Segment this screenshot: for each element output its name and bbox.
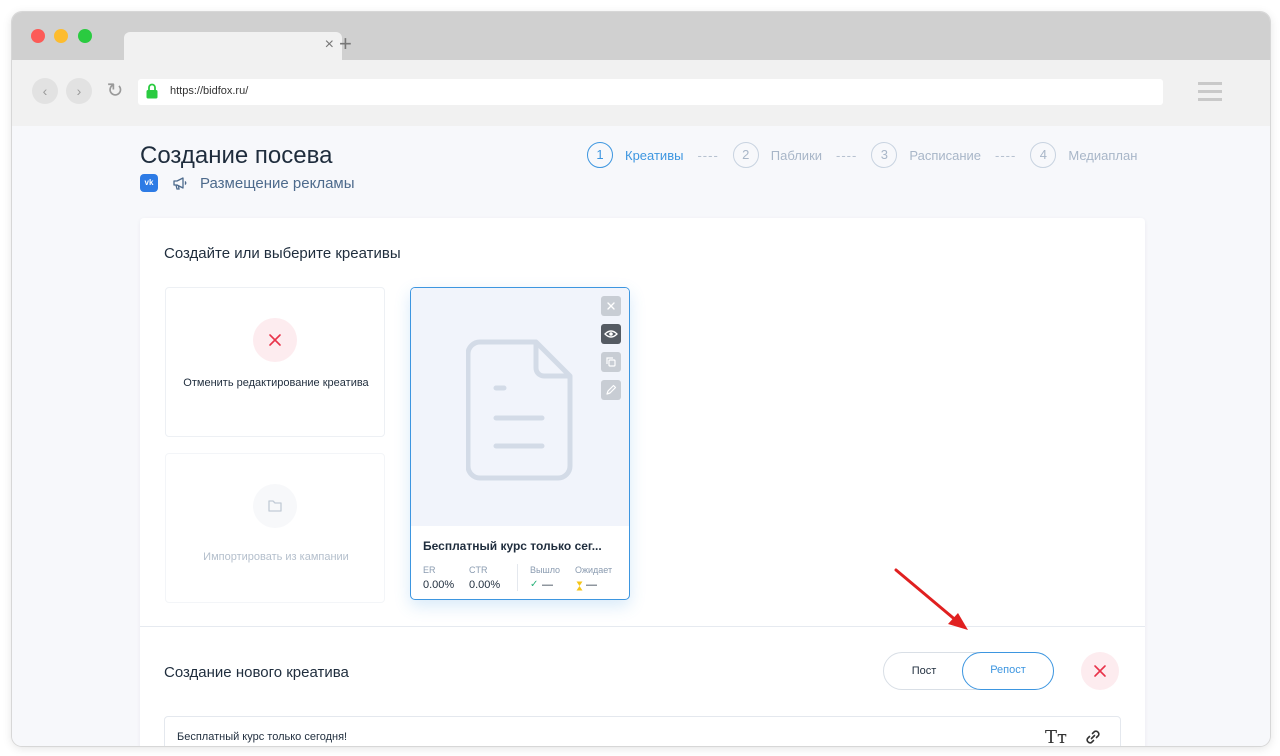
cancel-edit-tile[interactable]: Отменить редактирование креатива [165, 287, 385, 437]
edit-creative-button[interactable] [601, 380, 621, 400]
er-label: ER [423, 565, 436, 575]
close-icon [269, 334, 281, 346]
creative-card[interactable]: Бесплатный курс только сег... ER 0.00% C… [410, 287, 630, 600]
remove-creative-button[interactable] [601, 296, 621, 316]
pencil-icon [606, 384, 617, 395]
cancel-edit-label: Отменить редактирование креатива [183, 377, 369, 389]
step-separator: ---- [836, 147, 858, 163]
creatives-heading: Создайте или выберите креативы [164, 245, 401, 262]
vk-logo-icon: vk [140, 174, 158, 192]
megaphone-icon [173, 177, 187, 190]
step-mediaplan[interactable]: 4 Медиаплан [1030, 142, 1137, 168]
import-circle [253, 484, 297, 528]
import-from-campaign-tile[interactable]: Импортировать из кампании [165, 453, 385, 603]
step-label: Расписание [909, 147, 982, 163]
creative-preview [411, 288, 629, 526]
close-window-button[interactable] [31, 29, 45, 43]
stats-divider [517, 564, 518, 591]
url-text: https://bidfox.ru/ [170, 85, 249, 97]
step-label: Креативы [625, 147, 684, 163]
pending-value: — [586, 579, 597, 591]
step-label: Медиаплан [1068, 147, 1138, 163]
forward-button[interactable]: › [66, 78, 92, 104]
close-new-creative-button[interactable] [1081, 652, 1119, 690]
step-number: 3 [871, 142, 898, 168]
eye-icon [604, 330, 618, 338]
back-button[interactable]: ‹ [32, 78, 58, 104]
close-icon [1094, 665, 1106, 677]
folder-icon [268, 500, 282, 512]
step-separator: ---- [697, 147, 719, 163]
step-creatives[interactable]: 1 Креативы [587, 142, 683, 168]
preview-creative-button[interactable] [601, 324, 621, 344]
published-value: — [542, 579, 553, 591]
address-bar[interactable]: https://bidfox.ru/ [138, 79, 1163, 105]
link-icon[interactable] [1083, 727, 1103, 746]
reload-button[interactable]: ↻ [102, 78, 128, 104]
repost-option[interactable]: Репост [962, 652, 1054, 690]
document-icon [466, 339, 573, 481]
post-type-toggle: Пост Репост [883, 652, 1054, 690]
ctr-value: 0.00% [469, 579, 501, 591]
step-number: 4 [1030, 142, 1057, 168]
tab-close-icon[interactable]: × [325, 36, 334, 54]
ctr-label: CTR [469, 565, 488, 575]
hourglass-icon [576, 581, 583, 591]
browser-toolbar: ‹ › ↻ https://bidfox.ru/ [12, 60, 1270, 126]
er-value: 0.00% [423, 579, 455, 591]
section-divider [140, 626, 1145, 627]
page-subtitle: Размещение рекламы [200, 174, 355, 192]
close-icon [607, 302, 615, 310]
copy-icon [606, 357, 616, 367]
page-content: Создание посева vk Размещение рекламы 1 … [12, 126, 1270, 746]
page-subtitle-row: vk Размещение рекламы [140, 174, 355, 192]
step-schedule[interactable]: 3 Расписание [871, 142, 981, 168]
browser-window: × + ‹ › ↻ https://bidfox.ru/ Создание по… [12, 12, 1270, 746]
title-bar: × + [12, 12, 1270, 60]
published-label: Вышло [530, 565, 561, 575]
step-separator: ---- [995, 147, 1017, 163]
post-option[interactable]: Пост [884, 653, 964, 689]
creative-text-value: Бесплатный курс только сегодня! [177, 731, 348, 743]
annotation-arrow [894, 568, 968, 630]
new-creative-heading: Создание нового креатива [164, 664, 349, 681]
lock-icon [146, 83, 158, 99]
new-tab-button[interactable]: + [339, 32, 352, 56]
page-title: Создание посева [140, 142, 333, 169]
copy-creative-button[interactable] [601, 352, 621, 372]
step-publics[interactable]: 2 Паблики [732, 142, 823, 168]
browser-menu-icon[interactable] [1198, 82, 1222, 102]
creative-title: Бесплатный курс только сег... [423, 539, 602, 553]
pending-label: Ожидает [575, 565, 613, 575]
stepper: 1 Креативы ---- 2 Паблики ---- 3 Расписа… [587, 142, 1137, 168]
step-number: 2 [732, 142, 759, 168]
step-label: Паблики [770, 147, 823, 163]
step-number: 1 [587, 142, 613, 168]
text-format-icon[interactable]: Tт [1045, 727, 1067, 746]
browser-tab[interactable]: × [124, 32, 342, 60]
cancel-circle [253, 318, 297, 362]
creatives-card: Создайте или выберите креативы Отменить … [140, 218, 1145, 746]
import-label: Импортировать из кампании [203, 551, 349, 563]
creative-text-field[interactable]: Бесплатный курс только сегодня! Tт [164, 716, 1121, 746]
check-icon: ✓ [530, 579, 539, 590]
maximize-window-button[interactable] [78, 29, 92, 43]
minimize-window-button[interactable] [54, 29, 68, 43]
